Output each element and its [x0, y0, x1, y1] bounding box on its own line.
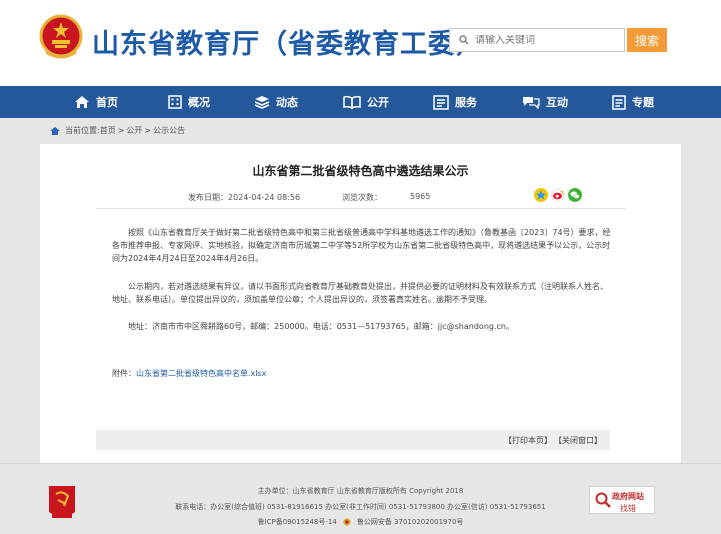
nav-item-interaction[interactable]: 互动: [522, 86, 568, 118]
building-icon: [168, 95, 182, 109]
location-icon: [50, 126, 60, 135]
breadcrumb-home[interactable]: 首页: [100, 125, 116, 136]
attachment-label: 附件：: [112, 369, 136, 378]
police-badge-icon: [343, 518, 351, 526]
breadcrumb-public[interactable]: 公开: [126, 125, 142, 136]
main-nav: 首页 概况 动态 公开 服务 互动 专题: [0, 86, 721, 118]
nav-item-label: 专题: [632, 96, 654, 109]
article-title: 山东省第二批省级特色高中遴选结果公示: [252, 164, 469, 178]
magnifier-icon: [595, 492, 611, 508]
article-paragraph: 地址：济南市市中区舜耕路60号，邮编：250000。电话：0531—517937…: [128, 322, 514, 331]
home-icon: [75, 96, 89, 108]
article-tools-bar: 【打印本页】 【关闭窗口】: [96, 430, 610, 450]
book-icon: [343, 95, 361, 109]
nav-item-service[interactable]: 服务: [433, 86, 477, 118]
search-icon: [459, 35, 469, 45]
gov-error-label: 找错: [620, 504, 636, 513]
nav-item-overview[interactable]: 概况: [168, 86, 210, 118]
view-count-label: 浏览次数：: [342, 193, 382, 202]
chat-icon: [523, 97, 540, 109]
attachment: 附件：山东省第二批省级特色高中名单.xlsx: [112, 368, 266, 379]
nav-item-news[interactable]: 动态: [254, 86, 298, 118]
breadcrumb-bar: 当前位置: 首页 > 公开 > 公示公告: [0, 118, 721, 144]
publish-date: 发布日期：2024-04-24 08:56: [188, 192, 300, 203]
search-button[interactable]: 搜索: [627, 28, 667, 52]
nav-item-label: 动态: [276, 96, 298, 109]
nav-item-label: 互动: [546, 96, 568, 109]
article-card: 山东省第二批省级特色高中遴选结果公示 发布日期：2024-04-24 08:56…: [40, 144, 681, 463]
search-box[interactable]: [449, 28, 625, 52]
gov-site-label: 政府网站: [612, 492, 644, 501]
print-page-link[interactable]: 【打印本页】: [504, 435, 552, 446]
nav-item-public[interactable]: 公开: [343, 86, 389, 118]
breadcrumb-prefix: 当前位置:: [65, 126, 100, 135]
breadcrumb-separator: >: [144, 126, 152, 135]
article-paragraph: 公示期内，若对遴选结果有异议，请以书面形式向省教育厅基础教育处提出，并提供必要的…: [112, 282, 608, 304]
search-input[interactable]: [475, 34, 615, 46]
nav-item-label: 公开: [367, 96, 389, 109]
document-icon: [612, 94, 626, 110]
view-count-value: 5965: [410, 192, 431, 201]
wechat-share-icon[interactable]: [568, 188, 582, 202]
breadcrumb-separator: >: [117, 126, 125, 135]
nav-item-home[interactable]: 首页: [74, 86, 118, 118]
national-emblem-icon: [39, 14, 83, 59]
icp-record[interactable]: 鲁ICP备09015248号-14: [258, 517, 337, 527]
footer-records: 鲁ICP备09015248号-14 鲁公网安备 37010202001970号: [0, 517, 721, 527]
layers-icon: [254, 96, 270, 109]
service-icon: [433, 94, 449, 110]
qzone-share-icon[interactable]: [534, 188, 548, 202]
publish-date-value: 2024-04-24 08:56: [228, 193, 301, 202]
site-title: 山东省教育厅（省委教育工委）: [92, 29, 484, 60]
nav-item-topics[interactable]: 专题: [612, 86, 654, 118]
nav-item-label: 概况: [188, 96, 210, 109]
site-footer: 主办单位：山东省教育厅 山东省教育厅版权所有 Copyright 2018 联系…: [0, 463, 721, 534]
breadcrumb: 当前位置: 首页 > 公开 > 公示公告: [50, 125, 185, 136]
publish-date-label: 发布日期：: [188, 193, 228, 202]
meta-divider: [96, 208, 626, 209]
weibo-share-icon[interactable]: [551, 188, 565, 202]
site-header: 山东省教育厅（省委教育工委） 搜索: [0, 0, 721, 86]
gov-site-error-report[interactable]: 政府网站 找错: [589, 486, 655, 514]
nav-item-label: 服务: [455, 96, 477, 109]
police-record[interactable]: 鲁公网安备 37010202001970号: [357, 517, 464, 527]
nav-item-label: 首页: [96, 96, 118, 109]
attachment-link[interactable]: 山东省第二批省级特色高中名单.xlsx: [136, 369, 266, 378]
breadcrumb-notices[interactable]: 公示公告: [153, 125, 185, 136]
close-window-link[interactable]: 【关闭窗口】: [554, 435, 602, 446]
article-paragraph: 按照《山东省教育厅关于做好第二批省级特色高中和第三批省级普通高中学科基地遴选工作…: [112, 228, 611, 263]
view-count: 浏览次数：: [342, 192, 382, 203]
